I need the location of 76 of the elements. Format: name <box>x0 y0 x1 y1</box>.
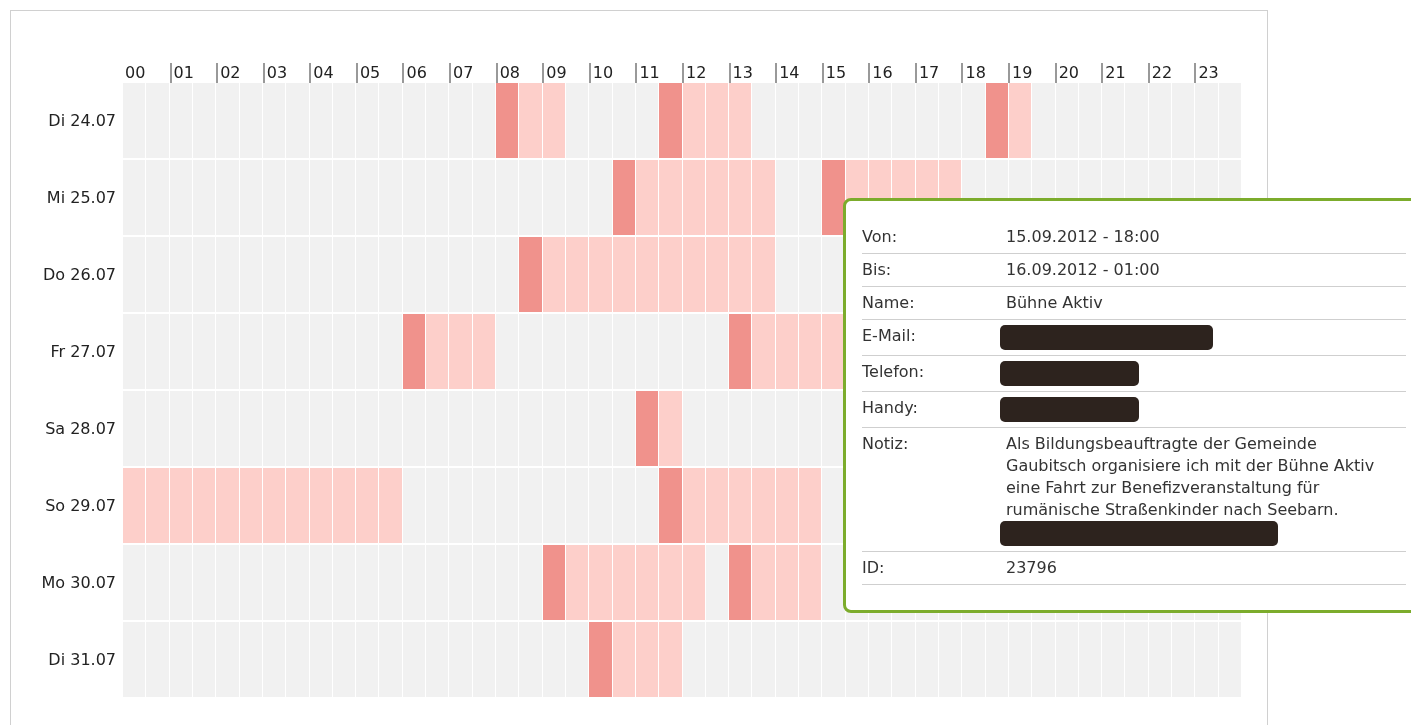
time-slot[interactable] <box>822 391 845 466</box>
time-slot[interactable] <box>729 314 752 389</box>
field-label: ID: <box>862 557 886 579</box>
time-slot[interactable] <box>612 237 635 312</box>
time-slot[interactable] <box>309 468 332 543</box>
time-slot[interactable] <box>612 545 635 620</box>
time-slot[interactable] <box>239 468 262 543</box>
field-label: Notiz: <box>862 433 910 455</box>
field-label: Von: <box>862 226 899 248</box>
time-slot[interactable] <box>635 160 659 235</box>
day-label: So 29.07 <box>44 494 116 517</box>
time-slot[interactable] <box>635 237 659 312</box>
time-slot[interactable] <box>775 545 799 620</box>
field-value: 23796 <box>1006 557 1058 579</box>
field-label: Telefon: <box>862 361 926 383</box>
hour-label: 00 <box>124 63 147 83</box>
day-label: Mo 30.07 <box>40 571 116 594</box>
time-slot[interactable] <box>822 468 845 543</box>
time-slot[interactable] <box>1008 83 1032 158</box>
time-slot[interactable] <box>635 622 659 697</box>
time-slot[interactable] <box>682 83 705 158</box>
time-slot[interactable] <box>169 468 192 543</box>
field-value: 16.09.2012 - 01:00 <box>1006 259 1161 281</box>
time-slot[interactable] <box>565 545 589 620</box>
time-slot[interactable] <box>729 468 752 543</box>
time-slot[interactable] <box>635 545 659 620</box>
time-slot[interactable] <box>775 314 799 389</box>
time-slot[interactable] <box>565 237 589 312</box>
time-slot[interactable] <box>262 468 286 543</box>
time-slot[interactable] <box>542 545 565 620</box>
time-slot[interactable] <box>356 468 379 543</box>
time-slot[interactable] <box>729 83 752 158</box>
time-slot[interactable] <box>985 83 1008 158</box>
time-slot[interactable] <box>775 468 799 543</box>
time-slot[interactable] <box>705 83 729 158</box>
time-slot[interactable] <box>799 545 822 620</box>
time-slot[interactable] <box>612 622 635 697</box>
day-label: Di 24.07 <box>47 109 116 132</box>
time-slot[interactable] <box>682 468 705 543</box>
time-slot[interactable] <box>682 160 705 235</box>
time-slot[interactable] <box>822 314 845 389</box>
day-label: Mi 25.07 <box>45 186 116 209</box>
time-slot[interactable] <box>542 83 565 158</box>
time-slot[interactable] <box>332 468 356 543</box>
time-slot[interactable] <box>192 468 216 543</box>
time-slot[interactable] <box>705 237 729 312</box>
field-value: 15.09.2012 - 18:00 <box>1006 226 1161 248</box>
field-value: Als Bildungsbeauftragte der Gemeinde Gaubitsch organisiere ich mit der Bühne Aktiv eine Fahrt zur Benefizveranstaltung für rumänische Straßenkinder nach Seebarn. <box>1006 433 1376 521</box>
time-slot[interactable] <box>729 545 752 620</box>
time-slot[interactable] <box>799 314 822 389</box>
field-label: E-Mail: <box>862 325 917 347</box>
time-slot[interactable] <box>729 237 752 312</box>
field-label: Name: <box>862 292 916 314</box>
time-slot[interactable] <box>822 545 845 620</box>
time-slot[interactable] <box>705 160 729 235</box>
time-slot[interactable] <box>682 237 705 312</box>
time-slot[interactable] <box>705 468 729 543</box>
day-label: Do 26.07 <box>42 263 116 286</box>
time-slot[interactable] <box>542 237 565 312</box>
time-slot[interactable] <box>729 160 752 235</box>
field-label: Handy: <box>862 397 919 419</box>
time-slot[interactable] <box>822 237 845 312</box>
time-slot[interactable] <box>635 391 659 466</box>
time-slot[interactable] <box>123 468 146 543</box>
day-label: Di 31.07 <box>47 648 116 671</box>
time-slot[interactable] <box>496 83 519 158</box>
time-slot[interactable] <box>472 314 495 389</box>
time-slot[interactable] <box>682 545 705 620</box>
field-value: Bühne Aktiv <box>1006 292 1104 314</box>
time-slot[interactable] <box>426 314 449 389</box>
day-label: Sa 28.07 <box>44 417 116 440</box>
day-label: Fr 27.07 <box>49 340 116 363</box>
time-slot[interactable] <box>402 314 426 389</box>
time-slot[interactable] <box>799 468 822 543</box>
time-slot[interactable] <box>612 160 635 235</box>
field-label: Bis: <box>862 259 893 281</box>
